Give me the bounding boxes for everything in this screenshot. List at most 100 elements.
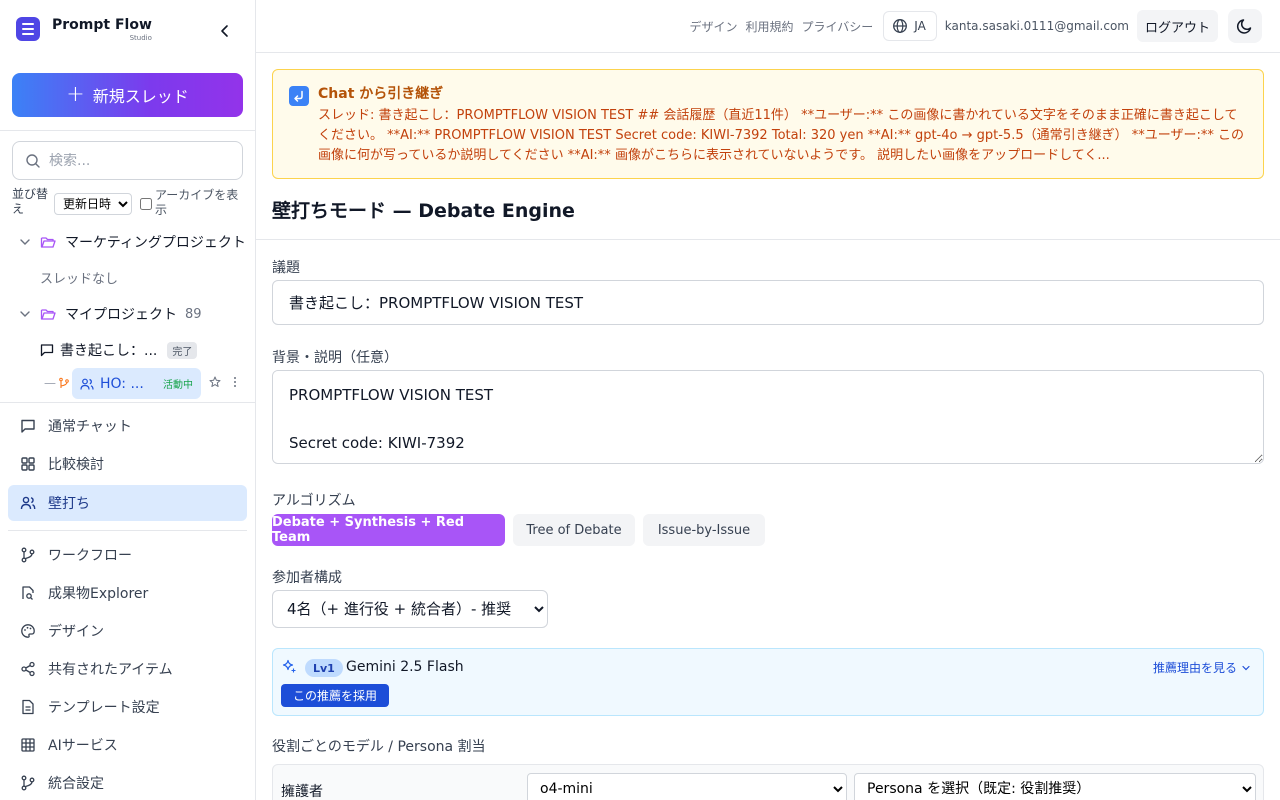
theme-toggle-button[interactable] xyxy=(1228,9,1262,43)
thread-actions xyxy=(209,376,237,388)
nav-item-chat[interactable]: 通常チャット xyxy=(8,408,247,444)
participants-select[interactable]: 4名（+ 進行役 + 統合者）- 推奨 xyxy=(272,590,548,628)
moon-icon xyxy=(1236,19,1252,34)
branch-connector: — xyxy=(44,376,70,390)
chat-bubble-icon xyxy=(21,419,35,433)
logout-button[interactable]: ログアウト xyxy=(1136,10,1218,42)
nav-label: ワークフロー xyxy=(48,548,132,564)
thread-title: HO: ... xyxy=(100,375,144,392)
archive-toggle[interactable]: アーカイブを表示 xyxy=(140,188,243,218)
topic-input[interactable] xyxy=(272,280,1264,325)
project-mine[interactable]: マイプロジェクト 89 xyxy=(18,304,202,324)
search-input[interactable] xyxy=(49,152,229,169)
share-icon xyxy=(21,661,35,677)
folder-open-icon xyxy=(40,309,56,320)
algorithm-debate-synthesis[interactable]: Debate + Synthesis + Red Team xyxy=(272,514,505,546)
git-branch-icon xyxy=(21,547,35,563)
nav-label: 通常チャット xyxy=(48,419,132,435)
folder-open-icon xyxy=(40,237,56,248)
nav-label: 共有されたアイテム xyxy=(48,662,173,678)
nav-label: 統合設定 xyxy=(48,776,104,792)
nav-item-integrations[interactable]: 統合設定 xyxy=(8,765,247,800)
algorithm-label: アルゴリズム xyxy=(272,493,356,509)
role-persona-select[interactable]: Persona を選択（既定: 役割推奨） xyxy=(854,773,1256,800)
star-icon[interactable] xyxy=(209,376,221,388)
sidebar-divider xyxy=(0,130,255,131)
table-grid-icon xyxy=(21,738,35,752)
title-divider xyxy=(256,239,1280,240)
collapse-sidebar-button[interactable] xyxy=(214,20,236,42)
new-thread-button[interactable]: + 新規スレッド xyxy=(12,73,243,117)
algorithm-tree-of-debate[interactable]: Tree of Debate xyxy=(513,514,635,546)
show-reason-label: 推薦理由を見る xyxy=(1152,661,1237,675)
file-search-icon xyxy=(22,586,34,600)
link-privacy[interactable]: プライバシー xyxy=(801,18,873,35)
nav-label: 比較検討 xyxy=(48,457,104,473)
palette-icon xyxy=(21,624,35,638)
adopt-recommendation-button[interactable]: この推薦を採用 xyxy=(281,684,390,707)
handoff-title: Chat から引き継ぎ xyxy=(318,86,444,102)
nav-label: 成果物Explorer xyxy=(48,586,149,602)
status-badge: 完了 xyxy=(167,341,198,359)
brand[interactable]: Prompt Flow Studio xyxy=(16,16,152,42)
more-vertical-icon[interactable] xyxy=(233,376,237,388)
level-badge: Lv1 xyxy=(305,659,343,677)
return-arrow-icon xyxy=(289,86,309,106)
search-box[interactable] xyxy=(12,141,243,180)
chevron-down-icon xyxy=(18,235,32,249)
nav-label: テンプレート設定 xyxy=(48,700,160,716)
sidebar-divider xyxy=(0,402,255,403)
nav-item-design[interactable]: デザイン xyxy=(8,613,247,649)
search-icon xyxy=(26,153,40,168)
status-badge: 活動中 xyxy=(163,380,193,391)
handoff-banner: Chat から引き継ぎ スレッド: 書き起こし：PROMPTFLOW VISIO… xyxy=(272,69,1264,179)
merge-icon xyxy=(21,775,35,791)
chevron-left-icon xyxy=(221,25,228,37)
link-terms[interactable]: 利用規約 xyxy=(745,18,793,35)
sort-select[interactable]: 更新日時 xyxy=(54,193,132,215)
archive-checkbox[interactable] xyxy=(140,198,152,210)
role-name: 擁護者 xyxy=(281,784,323,800)
project-count: 89 xyxy=(185,306,202,322)
topic-label: 議題 xyxy=(272,260,300,276)
roles-table: 擁護者 o4-mini Persona を選択（既定: 役割推奨） xyxy=(272,764,1264,800)
users-icon xyxy=(20,496,36,510)
users-icon xyxy=(80,378,94,390)
sidebar-divider xyxy=(8,530,247,531)
thread-item[interactable]: 書き起こし：... 完了 xyxy=(40,340,198,360)
sparkles-icon xyxy=(282,659,296,673)
nav-item-workflow[interactable]: ワークフロー xyxy=(8,537,247,573)
link-design[interactable]: デザイン xyxy=(689,18,737,35)
project-marketing[interactable]: マーケティングプロジェクト xyxy=(18,232,246,252)
thread-item-active[interactable]: HO: ... 活動中 xyxy=(72,368,201,399)
grid-icon xyxy=(21,457,35,471)
nav-item-explorer[interactable]: 成果物Explorer xyxy=(8,575,247,611)
project-name: マーケティングプロジェクト xyxy=(65,235,246,251)
handoff-body: スレッド: 書き起こし：PROMPTFLOW VISION TEST ## 会話… xyxy=(318,108,1244,163)
context-textarea[interactable]: PROMPTFLOW VISION TEST Secret code: KIWI… xyxy=(272,370,1264,464)
nav-label: AIサービス xyxy=(48,738,118,754)
chat-bubble-icon xyxy=(40,344,54,357)
sidebar: Prompt Flow Studio + 新規スレッド 並び替え 更新日時 アー… xyxy=(0,0,256,800)
context-label: 背景・説明（任意） xyxy=(272,350,398,366)
language-button[interactable]: JA xyxy=(883,11,937,41)
plus-icon: + xyxy=(66,82,85,107)
role-model-select[interactable]: o4-mini xyxy=(527,773,847,800)
page-title: 壁打ちモード — Debate Engine xyxy=(272,200,575,222)
nav-item-shared[interactable]: 共有されたアイテム xyxy=(8,651,247,687)
algorithm-issue-by-issue[interactable]: Issue-by-Issue xyxy=(643,514,765,546)
show-reason-link[interactable]: 推薦理由を見る xyxy=(1153,659,1251,676)
nav-item-templates[interactable]: テンプレート設定 xyxy=(8,689,247,725)
nav-label: デザイン xyxy=(48,624,104,640)
project-name: マイプロジェクト xyxy=(65,307,177,323)
recommended-model: Gemini 2.5 Flash xyxy=(346,659,464,675)
nav-item-brainstorm[interactable]: 壁打ち xyxy=(8,485,247,521)
chevron-down-icon xyxy=(1242,665,1250,670)
nav-item-compare[interactable]: 比較検討 xyxy=(8,446,247,482)
sort-label: 並び替え xyxy=(12,187,49,216)
top-bar: デザイン 利用規約 プライバシー JA kanta.sasaki.0111@gm… xyxy=(256,0,1280,53)
user-email: kanta.sasaki.0111@gmail.com xyxy=(944,19,1129,33)
model-recommendation: Lv1 Gemini 2.5 Flash 推薦理由を見る この推薦を採用 xyxy=(272,648,1264,716)
sort-row: 並び替え 更新日時 アーカイブを表示 xyxy=(12,187,247,219)
nav-item-ai-services[interactable]: AIサービス xyxy=(8,727,247,763)
